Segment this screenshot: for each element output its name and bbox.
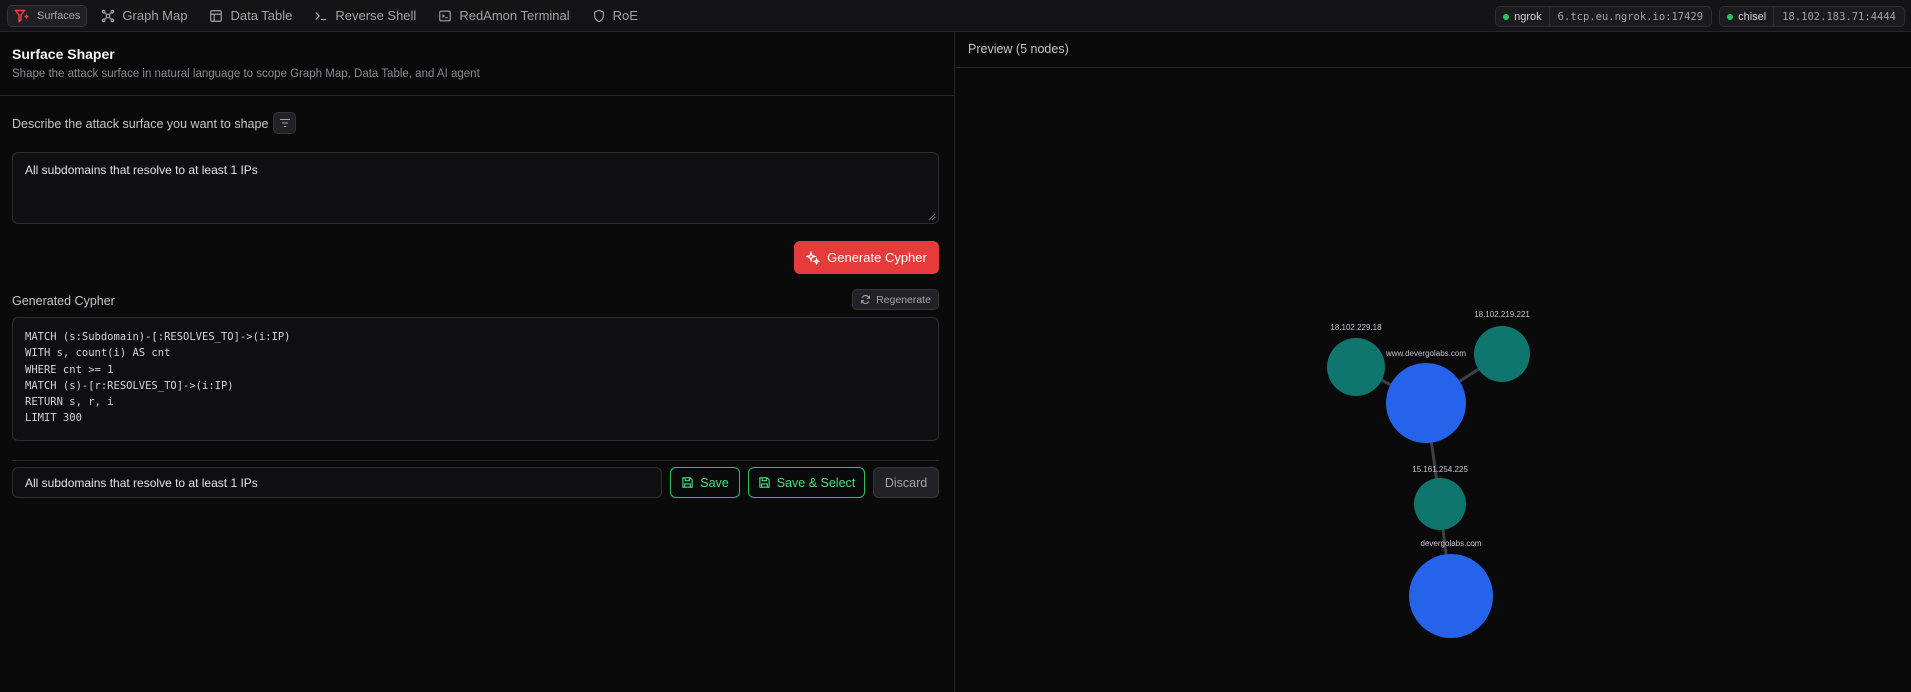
nav-graph-map[interactable]: Graph Map bbox=[93, 5, 195, 27]
graph-node-circle[interactable] bbox=[1474, 326, 1530, 382]
surface-description-textarea[interactable]: All subdomains that resolve to at least … bbox=[12, 152, 939, 224]
discard-button[interactable]: Discard bbox=[873, 467, 939, 498]
graph-node-ip[interactable]: 18.102.219.221 bbox=[1474, 310, 1530, 382]
describe-label: Describe the attack surface you want to … bbox=[12, 117, 269, 131]
graph-node-circle[interactable] bbox=[1386, 363, 1466, 443]
nav-data-table-label: Data Table bbox=[230, 8, 293, 23]
nav-reverse-shell-label: Reverse Shell bbox=[335, 8, 417, 23]
save-and-select-label: Save & Select bbox=[776, 475, 856, 490]
tunnel-ngrok[interactable]: ngrok 6.tcp.eu.ngrok.io:17429 bbox=[1495, 6, 1713, 27]
save-icon bbox=[682, 477, 693, 488]
nav-surfaces-label: Surfaces bbox=[37, 9, 81, 22]
graph-node-label: www.devergolabs.com bbox=[1385, 349, 1466, 358]
save-icon bbox=[759, 477, 770, 488]
graph-node-label: 18.102.229.18 bbox=[1330, 323, 1382, 332]
refresh-icon bbox=[861, 295, 871, 304]
tunnel-ngrok-name: ngrok bbox=[1514, 10, 1542, 23]
nav-roe-label: RoE bbox=[612, 8, 638, 23]
save-button[interactable]: Save bbox=[670, 467, 740, 498]
graph-node-ip[interactable]: 18.102.229.18 bbox=[1327, 323, 1385, 396]
table-icon bbox=[210, 9, 223, 22]
tunnel-chisel-address: 18.102.183.71:4444 bbox=[1773, 7, 1904, 26]
page-subtitle: Shape the attack surface in natural lang… bbox=[12, 68, 480, 80]
preview-graph-canvas[interactable]: 18.102.229.18 18.102.219.221 www.devergola… bbox=[956, 32, 1911, 692]
graph-node-subdomain[interactable]: devergolabs.com bbox=[1409, 539, 1493, 638]
discard-label: Discard bbox=[884, 475, 928, 490]
graph-node-circle[interactable] bbox=[1409, 554, 1493, 638]
resize-handle-icon[interactable] bbox=[928, 213, 936, 221]
surface-shaper-panel: Surface Shaper Shape the attack surface … bbox=[0, 32, 955, 692]
filter-sparkle-icon bbox=[14, 9, 29, 23]
sparkles-icon bbox=[806, 250, 821, 265]
regenerate-label: Regenerate bbox=[876, 293, 931, 306]
preview-panel: Preview (5 nodes) 18.102.229.18 18.102.21… bbox=[956, 32, 1911, 692]
terminal-prompt-icon bbox=[315, 11, 327, 20]
nav-surfaces[interactable]: Surfaces bbox=[7, 4, 88, 27]
filter-templates-button[interactable] bbox=[273, 112, 296, 134]
graph-icon bbox=[102, 9, 115, 22]
save-and-select-button[interactable]: Save & Select bbox=[748, 467, 865, 498]
top-nav: Surfaces Graph Map Data Table Reverse Sh… bbox=[0, 0, 1911, 32]
nav-terminal-label: RedAmon Terminal bbox=[459, 8, 570, 23]
generate-cypher-button[interactable]: Generate Cypher bbox=[794, 241, 939, 274]
nav-reverse-shell[interactable]: Reverse Shell bbox=[306, 5, 424, 27]
tunnel-chisel[interactable]: chisel 18.102.183.71:4444 bbox=[1719, 6, 1905, 27]
graph-node-circle[interactable] bbox=[1414, 478, 1466, 530]
terminal-window-icon bbox=[439, 10, 452, 21]
nav-terminal[interactable]: RedAmon Terminal bbox=[430, 5, 577, 27]
generate-cypher-label: Generate Cypher bbox=[827, 250, 927, 265]
generated-cypher-code[interactable]: MATCH (s:Subdomain)-[:RESOLVES_TO]->(i:I… bbox=[12, 317, 939, 441]
surface-name-input[interactable] bbox=[12, 467, 662, 498]
shield-icon bbox=[593, 9, 604, 22]
nav-roe[interactable]: RoE bbox=[584, 5, 646, 27]
tunnel-ngrok-address: 6.tcp.eu.ngrok.io:17429 bbox=[1548, 7, 1711, 26]
filter-lines-icon bbox=[279, 118, 290, 128]
actions-divider bbox=[12, 460, 939, 461]
graph-node-label: 15.161.254.225 bbox=[1412, 465, 1468, 474]
header-divider bbox=[0, 95, 955, 96]
surface-description-value: All subdomains that resolve to at least … bbox=[25, 163, 258, 177]
tunnel-chisel-name: chisel bbox=[1738, 10, 1767, 23]
nav-data-table[interactable]: Data Table bbox=[201, 5, 300, 27]
page-title: Surface Shaper bbox=[12, 46, 115, 62]
graph-node-label: devergolabs.com bbox=[1421, 539, 1482, 548]
graph-node-ip[interactable]: 15.161.254.225 bbox=[1412, 465, 1468, 530]
tunnel-status-group: ngrok 6.tcp.eu.ngrok.io:17429 chisel 18.… bbox=[1495, 6, 1905, 27]
save-label: Save bbox=[700, 475, 729, 490]
regenerate-button[interactable]: Regenerate bbox=[852, 289, 939, 310]
graph-node-label: 18.102.219.221 bbox=[1474, 310, 1530, 319]
status-dot-icon bbox=[1727, 13, 1734, 20]
status-dot-icon bbox=[1503, 13, 1510, 20]
generated-cypher-label: Generated Cypher bbox=[12, 294, 115, 308]
graph-node-subdomain[interactable]: www.devergolabs.com bbox=[1385, 349, 1466, 443]
nav-graph-map-label: Graph Map bbox=[122, 8, 188, 23]
graph-node-circle[interactable] bbox=[1327, 338, 1385, 396]
